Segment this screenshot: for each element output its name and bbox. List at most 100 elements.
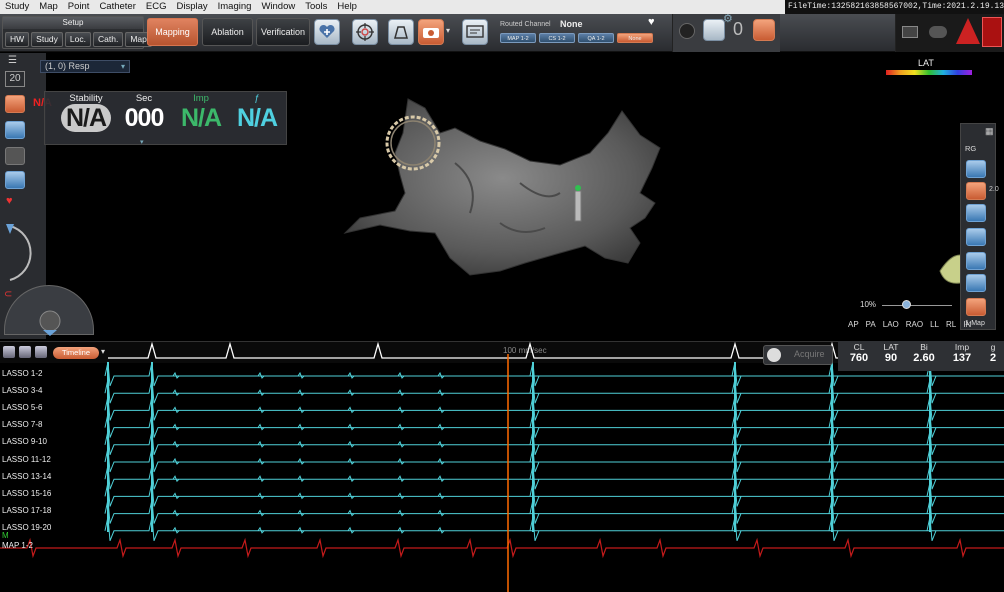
view-ap[interactable]: AP [848,320,859,329]
channel-label[interactable]: LASSO 11-12 [2,455,51,464]
respiration-gating-label[interactable]: (1, 0) Resp ▾ [40,60,130,73]
rp-catheter-icon[interactable] [966,182,986,200]
lasso-trace [104,379,1004,404]
channel-label[interactable]: LASSO 5-6 [2,403,42,412]
menu-imaging[interactable]: Imaging [213,0,257,14]
screen-layout-icon[interactable] [462,19,488,45]
lasso-tool-icon[interactable] [5,147,25,165]
menu-study[interactable]: Study [0,0,34,14]
mapping-mode-button[interactable]: Mapping [147,18,198,46]
navigation-dial[interactable] [4,285,94,336]
map-trace [0,537,1004,559]
m-marker: M [2,531,9,540]
toolbar: Setup HW Study Loc. Cath. Map Mapping Ab… [0,12,1004,52]
lasso-trace [104,430,1004,455]
stat-imp-label: Imp [954,342,970,352]
menu-catheter[interactable]: Catheter [94,0,140,14]
route-chip-cs[interactable]: CS 1-2 [539,33,575,43]
acquire-label: Acquire [794,349,825,359]
setup-tab-study[interactable]: Study [31,32,63,47]
verification-mode-button[interactable]: Verification [256,18,310,46]
monitor-icon [902,26,918,38]
alarm-indicator [982,17,1002,47]
force-value: N/A [236,104,278,132]
menu-point[interactable]: Point [63,0,95,14]
system-status-panel [895,14,1004,52]
rp-points-icon[interactable] [966,204,986,222]
route-chip-qa[interactable]: QA 1-2 [578,33,614,43]
grid-icon[interactable]: ▦ [985,126,994,137]
camera-icon[interactable] [418,19,444,45]
ablation-mode-button[interactable]: Ablation [202,18,253,46]
file-time-readout: FileTime:132582163858567002,Time:2021.2.… [785,0,1004,14]
view-pa[interactable]: PA [866,320,876,329]
zoom-slider-knob[interactable] [902,300,911,309]
stat-bi-label: Bi [920,342,928,352]
menu-lines-icon[interactable]: ☰ [8,55,17,66]
view-lao[interactable]: LAO [883,320,899,329]
channel-label[interactable]: LASSO 9-10 [2,437,47,446]
imp-label: Imp [193,93,209,104]
channel-label[interactable]: LASSO 17-18 [2,506,51,515]
route-chip-none[interactable]: None [617,33,653,43]
menu-display[interactable]: Display [171,0,212,14]
menu-tools[interactable]: Tools [300,0,332,14]
rotation-arc-icon[interactable] [0,218,46,288]
rp-mesh-icon[interactable] [966,252,986,270]
channel-label[interactable]: LASSO 7-8 [2,420,42,429]
menu-window[interactable]: Window [256,0,300,14]
menu-help[interactable]: Help [332,0,362,14]
rp-ablation-icon[interactable] [966,298,986,316]
lasso-trace [104,396,1004,421]
rp-layer-icon[interactable] [966,274,986,292]
resp-dropdown-icon[interactable]: ▾ [121,61,125,72]
stat-cl-value: 760 [849,352,869,364]
sec-label: Sec [135,93,153,104]
signal-traces[interactable] [0,342,1004,592]
warning-icon [956,18,980,44]
rp-grid-icon[interactable] [966,228,986,246]
view-ll[interactable]: LL [930,320,939,329]
map-type-icon[interactable] [5,95,25,113]
routed-channel-panel: Routed Channel None MAP 1-2 CS 1-2 QA 1-… [496,18,661,48]
view-in[interactable]: IN [963,320,971,329]
heart-view-icon[interactable] [5,171,25,189]
left-number-box[interactable]: 20 [5,71,25,87]
settings-gear-icon[interactable]: ⚙ [723,12,733,25]
tag-tool-icon[interactable] [5,121,25,139]
rp-map-icon[interactable] [966,160,986,178]
favorite-heart-icon[interactable]: ♥ [648,16,655,28]
view-rl[interactable]: RL [946,320,956,329]
camera-dropdown-icon[interactable]: ▾ [446,26,450,35]
rg-label: RG [965,144,977,153]
zoom-slider-track[interactable] [882,305,952,306]
route-chip-map[interactable]: MAP 1-2 [500,33,536,43]
lasso-trace [104,499,1004,524]
target-icon[interactable] [352,19,378,45]
channel-label[interactable]: LASSO 19-20 [2,523,51,532]
lat-scale-title: LAT [918,58,934,68]
channel-label[interactable]: LASSO 1-2 [2,369,42,378]
setup-tab-loc[interactable]: Loc. [64,32,91,47]
heart-add-icon[interactable] [314,19,340,45]
stat-lat-value: 90 [884,352,898,364]
indicators-expand-icon[interactable]: ▾ [140,138,144,146]
menu-map[interactable]: Map [34,0,62,14]
view-rao[interactable]: RAO [906,320,923,329]
catheter-shape-icon[interactable] [388,19,414,45]
stability-value: N/A [60,104,112,132]
heart-icon[interactable]: ♥ [6,195,13,207]
channel-label[interactable]: LASSO 13-14 [2,472,51,481]
channel-label[interactable]: MAP 1-2 [2,541,33,550]
record-dot-icon[interactable] [679,23,695,39]
ablation-flame-icon[interactable] [753,19,775,41]
point-stats-panel: CL 760 LAT 90 Bi 2.60 Imp 137 g 2 [838,341,1004,371]
setup-tab-hw[interactable]: HW [5,32,30,47]
channel-label[interactable]: LASSO 15-16 [2,489,51,498]
menu-bar: Study Map Point Catheter ECG Display Ima… [0,0,785,14]
catheter-select-icon[interactable] [703,19,725,41]
channel-label[interactable]: LASSO 3-4 [2,386,42,395]
menu-ecg[interactable]: ECG [141,0,172,14]
routed-channel-value: None [560,19,583,29]
setup-tab-cath[interactable]: Cath. [93,32,124,47]
